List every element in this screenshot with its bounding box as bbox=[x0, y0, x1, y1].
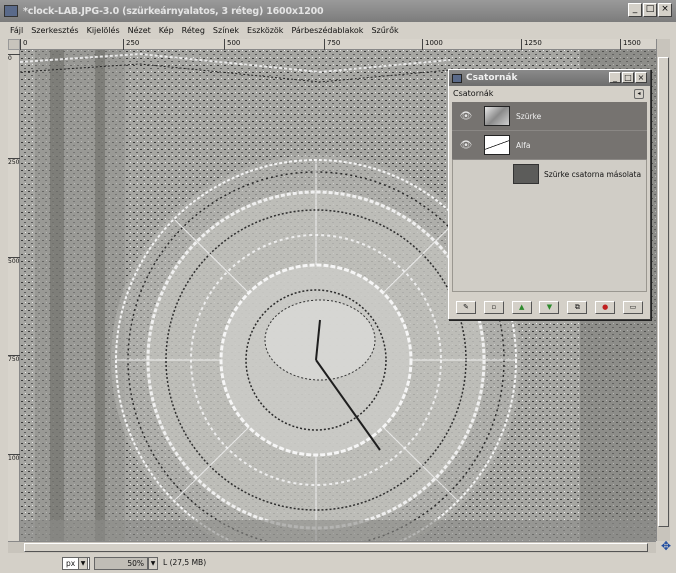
channel-name: Alfa bbox=[516, 140, 531, 150]
duplicate-icon[interactable]: ⧉ bbox=[567, 301, 588, 314]
dialog-maximize-button[interactable]: □ bbox=[622, 72, 634, 83]
channel-thumbnail bbox=[484, 135, 510, 155]
selection-channel-name: Szürke csatorna másolata bbox=[544, 169, 642, 179]
edit-icon[interactable]: ✎ bbox=[456, 301, 476, 314]
tab-channels[interactable]: Csatornák ◂ bbox=[449, 86, 650, 102]
ruler-label: 1250 bbox=[521, 39, 542, 50]
chevron-down-icon[interactable]: ▼ bbox=[78, 557, 88, 570]
menu-edit[interactable]: Szerkesztés bbox=[31, 26, 78, 35]
ruler-label: 1500 bbox=[620, 39, 641, 50]
delete-icon[interactable]: ● bbox=[595, 301, 616, 314]
channel-row-alpha[interactable]: 👁 Alfa bbox=[452, 131, 647, 160]
new-icon[interactable]: ▫ bbox=[483, 301, 504, 314]
channel-thumbnail bbox=[484, 106, 510, 126]
selection-channel-area: Szürke csatorna másolata bbox=[452, 160, 647, 292]
raise-icon[interactable]: ▲ bbox=[511, 301, 532, 314]
horizontal-scroll-thumb[interactable] bbox=[24, 543, 648, 552]
tab-menu-icon[interactable]: ◂ bbox=[634, 89, 644, 99]
ruler-label: 750 bbox=[324, 39, 340, 50]
channel-row-gray[interactable]: 👁 Szürke bbox=[452, 102, 647, 131]
channels-icon bbox=[452, 73, 462, 83]
dialog-close-button[interactable]: × bbox=[635, 72, 647, 83]
selection-channel-thumbnail bbox=[513, 164, 539, 184]
menu-colors[interactable]: Színek bbox=[213, 26, 239, 35]
dialog-titlebar[interactable]: Csatornák _ □ × bbox=[449, 70, 650, 86]
window-titlebar: *clock-LAB.JPG-3.0 (szürkeárnyalatos, 3 … bbox=[0, 0, 676, 22]
channel-list: 👁 Szürke 👁 Alfa bbox=[452, 102, 647, 160]
ruler-label: 0 bbox=[8, 54, 20, 62]
dialog-toolbar: ✎ ▫ ▲ ▼ ⧉ ● ▭ bbox=[452, 301, 647, 316]
minimize-button[interactable]: _ bbox=[628, 3, 642, 17]
ruler-label: 500 bbox=[224, 39, 240, 50]
status-bar: px ▼ 50% ▼ L (27,5 MB) bbox=[0, 554, 676, 573]
to-selection-icon[interactable]: ▭ bbox=[622, 301, 643, 314]
menu-bar: Fájl Szerkesztés Kijelölés Nézet Kép Rét… bbox=[0, 22, 676, 38]
vertical-scroll-thumb[interactable] bbox=[658, 57, 669, 527]
tab-label: Csatornák bbox=[453, 89, 494, 98]
dialog-minimize-button[interactable]: _ bbox=[609, 72, 621, 83]
dialog-title: Csatornák bbox=[466, 73, 518, 83]
close-button[interactable]: × bbox=[658, 3, 672, 17]
ruler-label: 250 bbox=[123, 39, 139, 50]
ruler-label: 250 bbox=[8, 158, 20, 166]
maximize-button[interactable]: □ bbox=[643, 3, 657, 17]
menu-layer[interactable]: Réteg bbox=[182, 26, 205, 35]
menu-dialogs[interactable]: Párbeszédablakok bbox=[291, 26, 363, 35]
window-title: *clock-LAB.JPG-3.0 (szürkeárnyalatos, 3 … bbox=[23, 5, 324, 17]
vertical-ruler[interactable]: 0 250 500 750 1000 bbox=[8, 50, 24, 541]
vertical-scrollbar[interactable] bbox=[656, 39, 670, 541]
menu-view[interactable]: Nézet bbox=[128, 26, 151, 35]
channels-dialog: Csatornák _ □ × Csatornák ◂ 👁 Szürke 👁 A… bbox=[448, 69, 651, 320]
zoom-field[interactable]: 50% bbox=[94, 557, 148, 570]
eye-icon[interactable]: 👁 bbox=[458, 111, 474, 122]
menu-image[interactable]: Kép bbox=[159, 26, 174, 35]
ruler-label: 750 bbox=[8, 355, 20, 363]
horizontal-ruler[interactable]: 0 250 500 750 1000 1250 1500 bbox=[20, 39, 656, 50]
chevron-down-icon[interactable]: ▼ bbox=[148, 557, 158, 570]
selection-channel-row[interactable]: Szürke csatorna másolata bbox=[513, 164, 641, 184]
menu-select[interactable]: Kijelölés bbox=[87, 26, 120, 35]
horizontal-scrollbar[interactable] bbox=[8, 541, 656, 553]
status-info: L (27,5 MB) bbox=[163, 558, 207, 567]
channel-name: Szürke bbox=[516, 111, 542, 121]
ruler-label: 500 bbox=[8, 257, 20, 265]
menu-filters[interactable]: Szűrők bbox=[371, 26, 398, 35]
eye-icon[interactable]: 👁 bbox=[458, 140, 474, 151]
menu-file[interactable]: Fájl bbox=[10, 26, 23, 35]
ruler-label: 1000 bbox=[8, 454, 24, 462]
ruler-label: 1000 bbox=[422, 39, 443, 50]
app-icon bbox=[4, 5, 18, 17]
menu-tools[interactable]: Eszközök bbox=[247, 26, 283, 35]
navigate-icon[interactable]: ✥ bbox=[660, 540, 672, 553]
lower-icon[interactable]: ▼ bbox=[539, 301, 560, 314]
ruler-label: 0 bbox=[20, 39, 27, 50]
quick-mask-toggle[interactable] bbox=[8, 39, 20, 50]
